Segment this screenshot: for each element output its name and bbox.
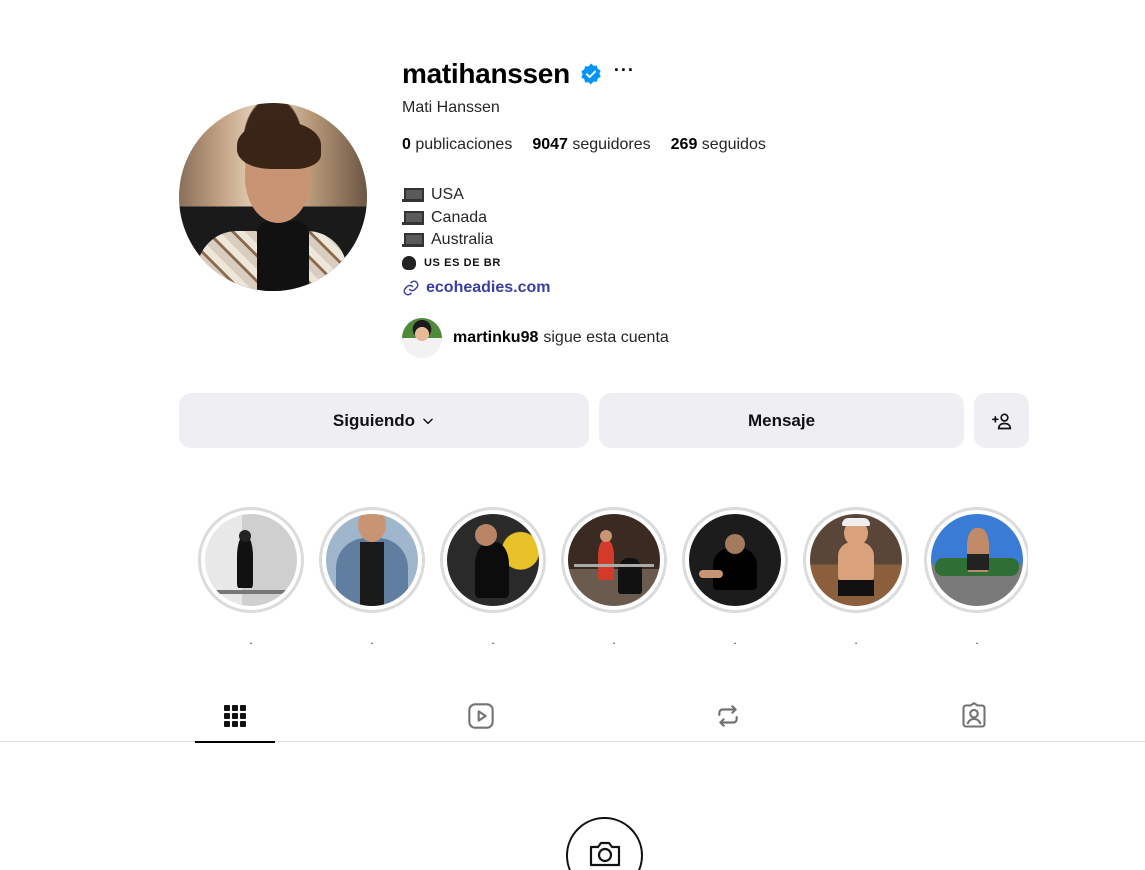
- avatar-hair: [237, 121, 321, 169]
- highlight-ring: [440, 507, 546, 613]
- highlight-item[interactable]: .: [682, 507, 788, 647]
- laptop-icon: [402, 188, 424, 203]
- bio-line: USA: [402, 184, 501, 207]
- highlight-cover: [568, 514, 660, 606]
- tagged-icon: [962, 702, 986, 728]
- follower-avatar[interactable]: [402, 318, 442, 358]
- follower-username[interactable]: martinku98: [453, 329, 538, 347]
- highlight-label: .: [370, 633, 374, 647]
- more-options-icon[interactable]: ···: [614, 61, 635, 83]
- following-count[interactable]: 269 seguidos: [671, 136, 766, 154]
- laptop-icon: [402, 233, 424, 248]
- avatar-neck: [257, 221, 309, 291]
- speaking-head-icon: [402, 255, 416, 270]
- suggest-people-button[interactable]: [974, 393, 1029, 448]
- message-button[interactable]: Mensaje: [599, 393, 964, 448]
- grid-icon: [224, 705, 246, 727]
- highlight-cover: [810, 514, 902, 606]
- profile-avatar[interactable]: [179, 103, 367, 291]
- reels-icon: [468, 703, 494, 729]
- highlight-label: .: [733, 633, 737, 647]
- highlight-item[interactable]: .: [319, 507, 425, 647]
- followed-by-text: sigue esta cuenta: [543, 329, 669, 346]
- posts-count: 0 publicaciones: [402, 136, 513, 153]
- following-button-label: Siguiendo: [332, 410, 416, 430]
- highlight-ring: [198, 507, 304, 613]
- highlight-label: .: [975, 633, 979, 647]
- profile-tabs: [0, 690, 1145, 743]
- profile-stats: 0 publicaciones 9047 seguidores 269 segu…: [402, 136, 786, 154]
- highlight-item[interactable]: .: [440, 507, 546, 647]
- laptop-icon: [402, 210, 424, 225]
- highlight-ring: [682, 507, 788, 613]
- highlight-label: .: [854, 633, 858, 647]
- highlight-item[interactable]: .: [561, 507, 667, 647]
- highlight-ring: [319, 507, 425, 613]
- camera-icon: [589, 841, 620, 867]
- highlight-cover: [447, 514, 539, 606]
- highlight-ring: [561, 507, 667, 613]
- highlight-cover: [326, 514, 418, 606]
- bio-line: Canada: [402, 207, 501, 230]
- profile-header: matihanssen ···: [402, 56, 635, 92]
- highlight-cover: [205, 514, 297, 606]
- bio: USA Canada Australia US ES DE BR: [402, 184, 501, 274]
- highlight-cover: [931, 514, 1023, 606]
- username-row: matihanssen ···: [402, 56, 635, 92]
- highlight-item[interactable]: .: [924, 507, 1028, 647]
- verified-badge-icon: [581, 63, 601, 85]
- message-button-label: Mensaje: [747, 410, 816, 430]
- highlight-ring: [803, 507, 909, 613]
- chevron-down-icon: [423, 418, 433, 424]
- highlight-label: .: [249, 633, 253, 647]
- highlight-label: .: [612, 633, 616, 647]
- tab-tagged[interactable]: [934, 690, 1014, 742]
- full-name: Mati Hanssen: [402, 99, 500, 116]
- link-icon: [403, 280, 419, 296]
- tab-reposts[interactable]: [688, 690, 768, 742]
- highlight-label: .: [491, 633, 495, 647]
- bio-line: US ES DE BR: [402, 252, 501, 275]
- highlight-item[interactable]: .: [803, 507, 909, 647]
- profile-link-text[interactable]: ecoheadies.com: [426, 279, 551, 297]
- followers-count[interactable]: 9047 seguidores: [532, 136, 650, 154]
- bio-line: Australia: [402, 229, 501, 252]
- username: matihanssen: [402, 58, 570, 89]
- tab-posts[interactable]: [195, 690, 275, 743]
- story-highlights: . . . . . . .: [198, 507, 1028, 647]
- following-button[interactable]: Siguiendo: [179, 393, 589, 448]
- highlight-cover: [689, 514, 781, 606]
- tab-reels[interactable]: [441, 690, 521, 742]
- highlight-item[interactable]: .: [198, 507, 304, 647]
- empty-state-camera: [566, 817, 643, 870]
- add-person-icon: [991, 413, 1011, 429]
- highlight-ring: [924, 507, 1028, 613]
- reposts-icon: [718, 705, 738, 727]
- profile-link[interactable]: ecoheadies.com: [402, 279, 551, 297]
- followed-by[interactable]: martinku98 sigue esta cuenta: [402, 318, 669, 358]
